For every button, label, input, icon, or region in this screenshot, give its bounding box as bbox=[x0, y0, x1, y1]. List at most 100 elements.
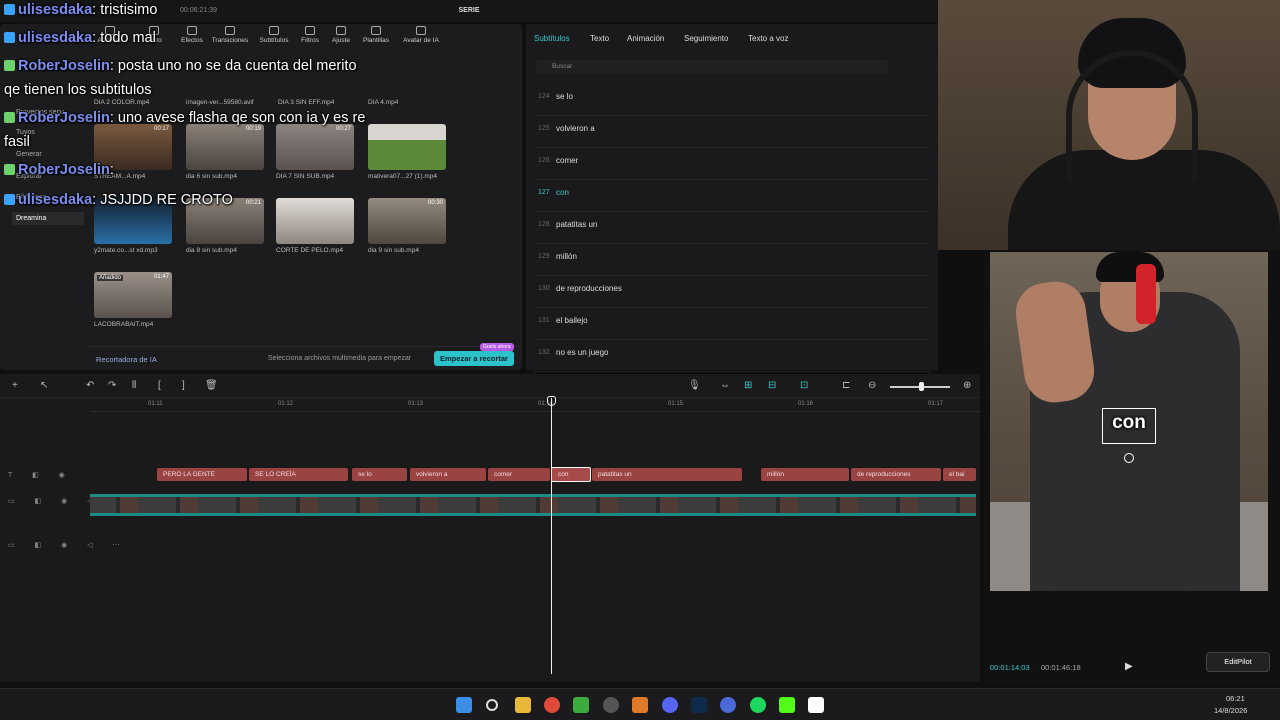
subtitle-text[interactable]: el bailejo bbox=[556, 316, 588, 325]
text-clip[interactable]: volvieron a bbox=[410, 468, 486, 481]
trim-left-icon[interactable]: [ bbox=[158, 380, 161, 391]
redo-icon[interactable]: ↷ bbox=[108, 380, 116, 391]
text-clip[interactable]: millón bbox=[761, 468, 849, 481]
chrome-icon[interactable] bbox=[544, 697, 560, 713]
subtitle-row[interactable]: 124 se lo bbox=[534, 84, 930, 116]
playhead[interactable] bbox=[551, 398, 552, 674]
media-item[interactable]: Añadido 01:47 LACOBRABAIT.mp4 bbox=[94, 272, 174, 328]
text-clip-selected[interactable]: con bbox=[551, 467, 591, 482]
magnet-icon[interactable]: ⊞ bbox=[744, 380, 752, 391]
media-item[interactable]: 00:19 dia 6 sin sub.mp4 bbox=[186, 124, 266, 180]
clock-time[interactable]: 06:21 bbox=[1226, 694, 1245, 703]
obs-icon[interactable] bbox=[603, 697, 619, 713]
play-icon[interactable]: ▶ bbox=[1125, 661, 1133, 672]
subtitle-row[interactable]: 126 comer bbox=[534, 148, 930, 180]
split-icon[interactable]: ⫴ bbox=[132, 380, 136, 391]
editpilot-button[interactable]: EditPilot bbox=[1206, 652, 1270, 672]
delete-icon[interactable]: 🗑 bbox=[205, 380, 218, 391]
subtitle-text[interactable]: volvieron a bbox=[556, 124, 595, 133]
snap-icon[interactable]: ⊟ bbox=[768, 380, 776, 391]
caption-text[interactable]: con bbox=[1102, 412, 1156, 434]
kick-icon[interactable] bbox=[779, 697, 795, 713]
clock-date[interactable]: 14/8/2026 bbox=[1214, 706, 1247, 715]
subtitle-text[interactable]: millón bbox=[556, 252, 577, 261]
subtitle-row[interactable]: 130 de reproducciones bbox=[534, 276, 930, 308]
subtitle-row-active[interactable]: 127 con bbox=[534, 180, 930, 212]
nav-explorar[interactable]: Explorar bbox=[16, 173, 42, 180]
photoshop-icon[interactable] bbox=[691, 697, 707, 713]
subtitle-text[interactable]: no es un juego bbox=[556, 348, 609, 357]
zoom-in-icon[interactable]: ⊕ bbox=[963, 380, 971, 391]
media-item[interactable]: DIA 3 SIN EFF.mp4 bbox=[278, 96, 358, 106]
zoom-out-icon[interactable]: ⊖ bbox=[868, 380, 876, 391]
search-input[interactable]: Buscar bbox=[536, 60, 888, 74]
media-item[interactable]: y2mate.co...st xd.mp3 bbox=[94, 198, 174, 254]
cursor-icon[interactable]: ↖ bbox=[40, 380, 48, 391]
text-clip[interactable]: se lo bbox=[352, 468, 407, 481]
text-track-controls[interactable]: T ◧ ◉ bbox=[8, 471, 74, 479]
tab-transiciones[interactable]: Transiciones bbox=[208, 26, 252, 44]
tab-texto-panel[interactable]: Texto bbox=[590, 34, 609, 43]
nav-biblioteca[interactable]: Biblioteca bbox=[16, 194, 46, 201]
subtitle-row[interactable]: 129 millón bbox=[534, 244, 930, 276]
subtitle-row[interactable]: 125 volvieron a bbox=[534, 116, 930, 148]
folder-icon[interactable] bbox=[515, 697, 531, 713]
media-item[interactable]: 00:17 STREAM...A.mp4 bbox=[94, 124, 174, 180]
rotate-handle-icon[interactable] bbox=[1124, 453, 1134, 463]
tab-plantillas[interactable]: Plantillas bbox=[354, 26, 398, 44]
tab-subtitulos-panel[interactable]: Subtítulos bbox=[534, 34, 570, 43]
link-icon[interactable]: ⇔ bbox=[720, 380, 730, 391]
minecraft-icon[interactable] bbox=[573, 697, 589, 713]
text-clip[interactable]: SE LO CREÍA bbox=[249, 468, 348, 481]
tab-seguimiento[interactable]: Seguimiento bbox=[684, 34, 728, 43]
text-clip[interactable]: de reproducciones bbox=[851, 468, 941, 481]
windows-start-icon[interactable] bbox=[456, 697, 472, 713]
subtitle-row[interactable]: 128 patatitas un bbox=[534, 212, 930, 244]
preview-axis-icon[interactable]: ⊡ bbox=[800, 380, 808, 391]
tab-animacion[interactable]: Animación bbox=[627, 34, 664, 43]
tab-texto-a-voz[interactable]: Texto a voz bbox=[748, 34, 788, 43]
audio-track-controls[interactable]: ▭ ◧ ◉ ◁ ⋯ bbox=[8, 541, 129, 549]
tab-archivos[interactable]: Archivos bbox=[88, 26, 132, 44]
subtitle-text[interactable]: se lo bbox=[556, 92, 573, 101]
add-icon[interactable]: + bbox=[12, 380, 18, 391]
ai-recorder-link[interactable]: Recortadora de IA bbox=[96, 355, 157, 364]
subtitle-text[interactable]: patatitas un bbox=[556, 220, 597, 229]
media-item[interactable]: 00:30 dia 9 sin sub.mp4 bbox=[368, 198, 448, 254]
tab-avatar-ia[interactable]: Avatar de IA bbox=[396, 26, 446, 44]
text-clip[interactable]: PERO LA GENTE bbox=[157, 468, 247, 481]
search-icon[interactable] bbox=[486, 699, 498, 711]
text-clip[interactable]: comer bbox=[488, 468, 550, 481]
capcut-icon[interactable] bbox=[808, 697, 824, 713]
fl-studio-icon[interactable] bbox=[632, 697, 648, 713]
mic-icon[interactable]: 🎙 bbox=[688, 380, 701, 391]
media-item[interactable]: mativera07...27 (1).mp4 bbox=[368, 124, 448, 180]
spotify-icon[interactable] bbox=[750, 697, 766, 713]
text-clip[interactable]: patatitas un bbox=[592, 468, 742, 481]
nav-generar[interactable]: Generar bbox=[16, 151, 42, 158]
media-item[interactable]: imagen-ver...59580.avif bbox=[186, 96, 266, 106]
media-item[interactable]: 00:27 DIA 7 SIN SUB.mp4 bbox=[276, 124, 356, 180]
subtitle-text[interactable]: comer bbox=[556, 156, 578, 165]
subtitle-text[interactable]: de reproducciones bbox=[556, 284, 622, 293]
media-item[interactable]: 00:21 dia 8 sin sub.mp4 bbox=[186, 198, 266, 254]
nav-dreamina[interactable]: Dreamina bbox=[12, 212, 84, 225]
nav-proyectos[interactable]: Proyectos secu... bbox=[16, 109, 70, 116]
subtitle-row[interactable]: 131 el bailejo bbox=[534, 308, 930, 340]
text-clip[interactable]: el bai bbox=[943, 468, 976, 481]
zoom-slider-handle[interactable] bbox=[919, 382, 924, 391]
media-item[interactable]: CORTE DE PELO.mp4 bbox=[276, 198, 356, 254]
time-ruler[interactable]: 01:11 01:12 01:13 01:14 01:15 01:16 01:1… bbox=[90, 398, 980, 412]
start-trim-button[interactable]: Empezar a recortar bbox=[434, 351, 514, 366]
subtitle-text[interactable]: con bbox=[556, 188, 569, 197]
nav-tuyos[interactable]: Tuyos bbox=[16, 129, 35, 136]
subtitle-row[interactable]: 132 no es un juego bbox=[534, 340, 930, 372]
media-item[interactable]: DIA 4.mp4 bbox=[368, 96, 448, 106]
fit-icon[interactable]: ⊏ bbox=[842, 380, 850, 391]
video-track-clip[interactable] bbox=[90, 494, 976, 516]
undo-icon[interactable]: ↶ bbox=[86, 380, 94, 391]
media-item[interactable]: DIA 2 COLOR.mp4 bbox=[94, 96, 174, 106]
trim-right-icon[interactable]: ] bbox=[182, 380, 185, 391]
vpn-icon[interactable] bbox=[720, 697, 736, 713]
discord-icon[interactable] bbox=[662, 697, 678, 713]
